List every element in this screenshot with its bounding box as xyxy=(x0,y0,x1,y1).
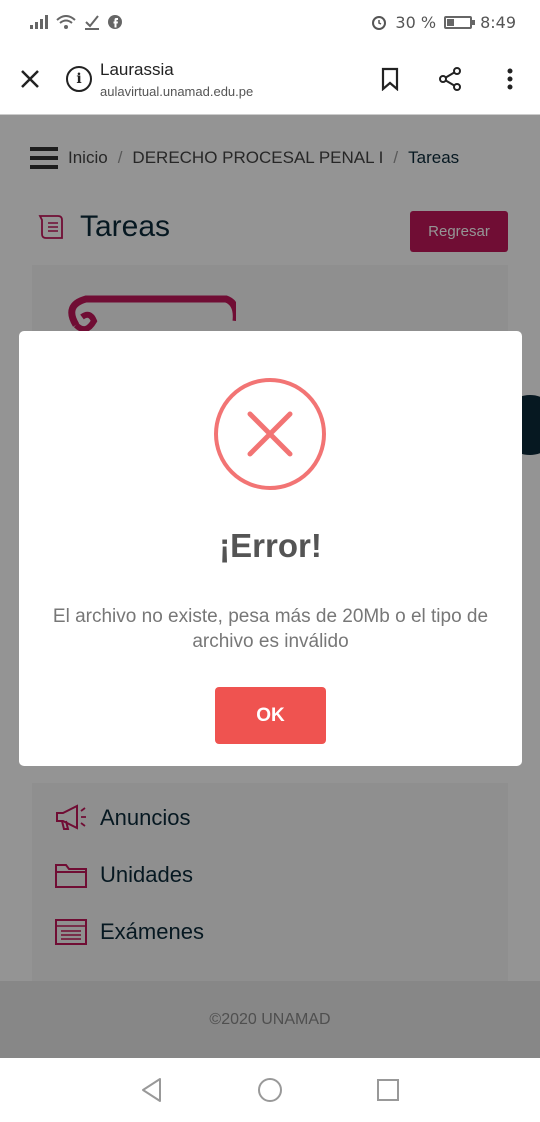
recents-nav-icon[interactable] xyxy=(374,1076,402,1104)
status-icons-right: 30 % 8:49 xyxy=(371,13,516,32)
browser-toolbar: i Laurassia aulavirtual.unamad.edu.pe xyxy=(0,44,540,115)
home-nav-icon[interactable] xyxy=(256,1076,284,1104)
x-mark-icon xyxy=(247,411,293,457)
site-url: aulavirtual.unamad.edu.pe xyxy=(100,83,254,99)
error-icon xyxy=(214,378,326,490)
info-icon[interactable]: i xyxy=(66,66,92,92)
alarm-icon xyxy=(372,16,387,30)
site-title: Laurassia xyxy=(100,59,174,79)
download-check-icon xyxy=(85,15,99,30)
more-button[interactable] xyxy=(480,49,540,109)
close-icon xyxy=(21,70,39,88)
status-icons-left xyxy=(30,14,122,30)
share-icon xyxy=(439,67,461,91)
site-info[interactable]: Laurassia aulavirtual.unamad.edu.pe xyxy=(100,60,360,99)
ok-button[interactable]: OK xyxy=(215,687,326,744)
facebook-icon xyxy=(108,15,122,29)
bookmark-icon xyxy=(381,67,399,91)
back-nav-icon[interactable] xyxy=(138,1076,166,1104)
dialog-message: El archivo no existe, pesa más de 20Mb o… xyxy=(52,606,489,652)
bookmark-button[interactable] xyxy=(360,49,420,109)
status-bar: 30 % 8:49 xyxy=(0,0,540,44)
more-vertical-icon xyxy=(507,68,513,90)
error-dialog: ¡Error! El archivo no existe, pesa más d… xyxy=(19,331,522,766)
dialog-title: ¡Error! xyxy=(219,527,322,564)
wifi-icon xyxy=(56,15,76,29)
share-button[interactable] xyxy=(420,49,480,109)
battery-percent: 30 % xyxy=(395,12,437,32)
battery-icon xyxy=(444,15,476,29)
signal-icon xyxy=(30,15,48,29)
close-button[interactable] xyxy=(0,49,60,109)
clock: 8:49 xyxy=(480,12,516,32)
system-nav-bar xyxy=(0,1058,540,1122)
